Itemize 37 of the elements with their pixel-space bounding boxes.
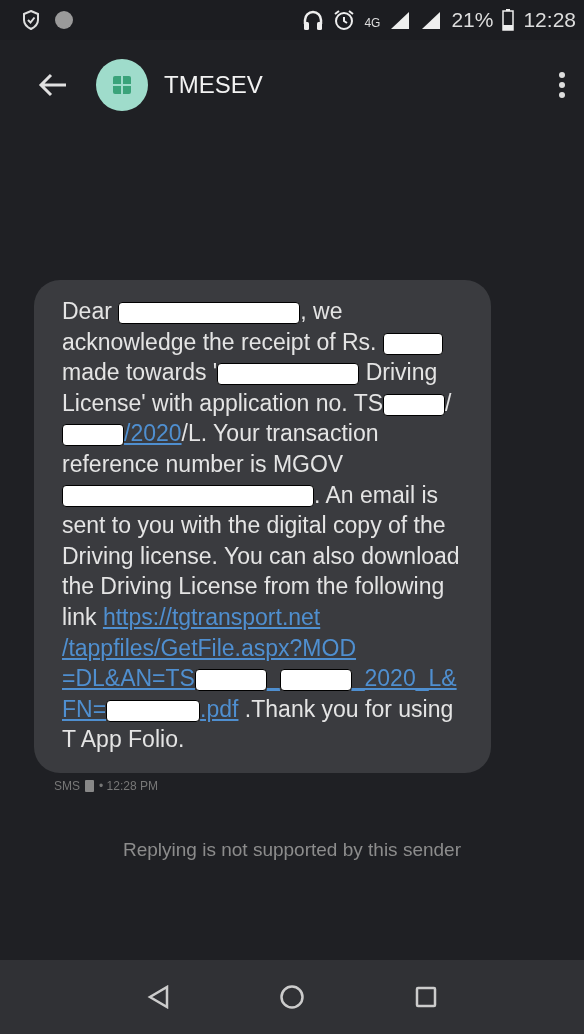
clock-time: 12:28 <box>523 8 576 32</box>
reply-unsupported-notice: Replying is not supported by this sender <box>122 838 462 861</box>
message-link[interactable]: _2020_L& <box>351 663 457 694</box>
message-link[interactable]: FN= <box>62 693 107 724</box>
recents-square-icon <box>415 986 437 1008</box>
message-time: • 12:28 PM <box>99 778 158 793</box>
sms-label: SMS <box>54 778 80 793</box>
message-link[interactable]: .pdf <box>200 693 239 724</box>
message-link[interactable]: _ <box>266 663 280 694</box>
battery-percent: 21% <box>451 8 494 32</box>
headphones-icon <box>302 9 325 31</box>
message-link[interactable]: /tappfiles/GetFile.aspx?MOD <box>62 632 356 663</box>
recents-button[interactable] <box>415 986 437 1008</box>
home-circle-icon <box>279 984 305 1010</box>
battery-icon <box>502 9 515 31</box>
message-link[interactable]: /2020 <box>124 418 182 449</box>
signal-icon <box>389 10 412 30</box>
back-nav-button[interactable] <box>147 985 169 1009</box>
sim-card-icon <box>85 779 94 792</box>
dot-icon <box>54 10 74 30</box>
redaction-box <box>62 424 124 447</box>
shield-icon <box>22 10 40 30</box>
signal-icon <box>420 10 443 30</box>
home-button[interactable] <box>279 984 305 1010</box>
network-type-label: 4G <box>364 16 381 30</box>
back-triangle-icon <box>147 985 169 1009</box>
redaction-box <box>383 393 446 416</box>
redaction-box <box>382 332 443 355</box>
menu-button[interactable] <box>558 71 566 99</box>
contact-name: TMESEV <box>164 71 264 99</box>
back-button[interactable] <box>38 72 68 98</box>
message-text: Dear , we acknowledge the receipt of Rs. made towards ' Driving License' with application no. TS / /2020/L. Your transaction reference number is MGOV . An email is sent to you with the digital copy of the Driving license. You can also download the Driving License from the following link https://tgtransport.net /tappfiles/GetFile.aspx?MOD =DL&AN=TS _ _2020_L& FN= .pdf .Thank you for using T App Folio. <box>62 297 461 755</box>
message-link[interactable]: =DL&AN=TS <box>62 663 195 694</box>
message-link[interactable]: https://tgtransport.net <box>102 601 321 632</box>
back-arrow-icon <box>38 72 68 98</box>
more-options-icon <box>558 71 566 99</box>
alarm-icon <box>333 9 356 31</box>
